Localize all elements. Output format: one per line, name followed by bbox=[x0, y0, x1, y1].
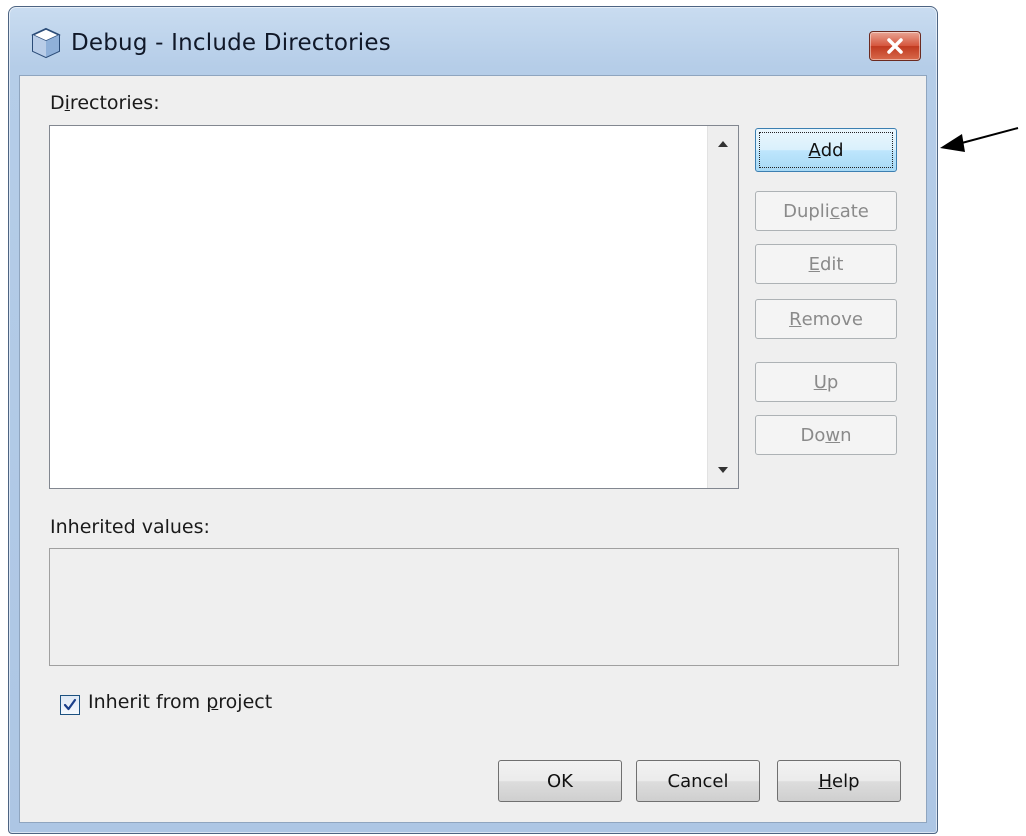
up-button[interactable]: Up bbox=[755, 362, 897, 402]
help-button[interactable]: Help bbox=[777, 760, 901, 802]
cube-icon bbox=[31, 27, 61, 59]
close-icon bbox=[887, 38, 903, 54]
directories-scrollbar[interactable] bbox=[707, 126, 738, 488]
title-bar[interactable]: Debug - Include Directories bbox=[9, 7, 937, 77]
duplicate-button[interactable]: Dupli c ate bbox=[755, 191, 897, 231]
window-title: Debug - Include Directories bbox=[71, 30, 391, 56]
cancel-button[interactable]: Cancel bbox=[636, 760, 760, 802]
remove-button[interactable]: Remove bbox=[755, 299, 897, 339]
inherit-from-project-label[interactable]: Inherit from project bbox=[88, 691, 272, 713]
checkmark-icon bbox=[63, 698, 77, 711]
inherited-values-box bbox=[49, 548, 899, 666]
add-button[interactable]: Add bbox=[755, 128, 897, 172]
inherit-from-project-checkbox[interactable] bbox=[60, 695, 80, 715]
arrow-left-icon bbox=[940, 127, 1019, 152]
ok-button[interactable]: OK bbox=[498, 760, 622, 802]
scroll-down-arrow[interactable] bbox=[708, 458, 738, 482]
directories-list[interactable] bbox=[49, 125, 739, 489]
triangle-down-icon bbox=[718, 467, 728, 473]
triangle-up-icon bbox=[718, 141, 728, 147]
dialog-body: Directories: Add Dupli c ate Edit Remove U… bbox=[19, 75, 927, 823]
focus-rectangle bbox=[759, 132, 893, 168]
directories-label: Directories: bbox=[50, 92, 160, 114]
scroll-up-arrow[interactable] bbox=[708, 132, 738, 156]
inherited-values-label: Inherited values: bbox=[50, 516, 210, 538]
down-button[interactable]: Do w n bbox=[755, 415, 897, 455]
close-button[interactable] bbox=[869, 31, 921, 61]
dialog-window: Debug - Include Directories Directories:… bbox=[8, 6, 938, 834]
edit-button[interactable]: Edit bbox=[755, 244, 897, 284]
